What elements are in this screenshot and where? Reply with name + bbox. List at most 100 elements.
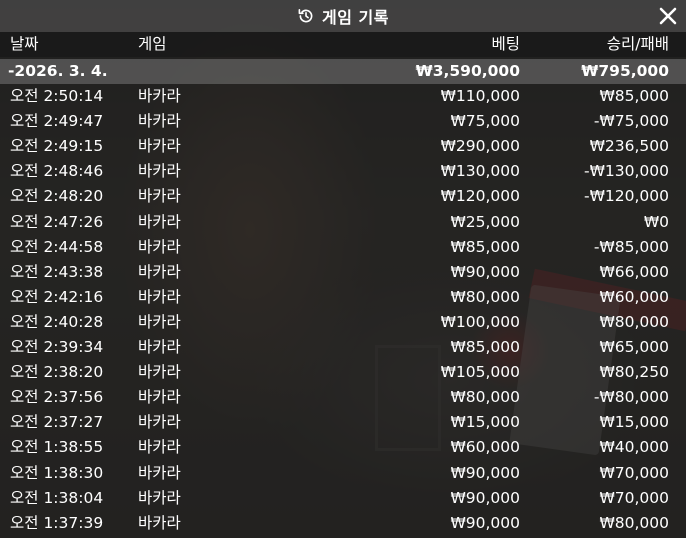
row-bet: ₩60,000 <box>450 438 520 457</box>
game-history-screen: 게임 기록 날짜 게임 베팅 승리/패배 -2026. 3. 4. ₩3,590… <box>0 0 686 538</box>
row-time: 오전 2:43:38 <box>10 262 104 281</box>
table-row[interactable]: 오전 2:47:26 바카라 ₩25,000 ₩0 <box>0 210 686 235</box>
table-row[interactable]: 오전 2:50:14 바카라 ₩110,000 ₩85,000 <box>0 84 686 109</box>
column-header-bet: 베팅 <box>491 35 520 53</box>
row-game: 바카라 <box>138 112 181 131</box>
row-bet: ₩110,000 <box>440 87 520 105</box>
row-time: 오전 1:38:30 <box>10 463 104 482</box>
row-game: 바카라 <box>138 312 181 331</box>
row-time: 오전 2:42:16 <box>10 287 104 306</box>
row-win-loss: ₩70,000 <box>599 463 669 482</box>
row-win-loss: ₩66,000 <box>599 262 669 281</box>
table-row[interactable]: 오전 2:43:38 바카라 ₩90,000 ₩66,000 <box>0 260 686 285</box>
table-row[interactable]: 오전 2:39:34 바카라 ₩85,000 ₩65,000 <box>0 335 686 360</box>
row-time: 오전 2:44:58 <box>10 237 104 256</box>
table-row[interactable]: 오전 2:40:28 바카라 ₩100,000 ₩80,000 <box>0 310 686 335</box>
row-game: 바카라 <box>138 87 181 105</box>
table-row[interactable]: 오전 2:48:46 바카라 ₩130,000 -₩130,000 <box>0 159 686 184</box>
table-row[interactable]: 오전 1:38:30 바카라 ₩90,000 ₩70,000 <box>0 461 686 486</box>
row-win-loss: ₩70,000 <box>599 488 669 507</box>
row-bet: ₩15,000 <box>450 413 520 432</box>
close-button[interactable] <box>656 4 680 28</box>
row-game: 바카라 <box>138 137 181 156</box>
row-win-loss: -₩80,000 <box>593 388 669 407</box>
row-win-loss: -₩85,000 <box>593 237 669 256</box>
row-bet: ₩85,000 <box>450 237 520 256</box>
row-time: 오전 2:37:27 <box>10 413 104 432</box>
row-win-loss: ₩40,000 <box>599 438 669 457</box>
row-time: 오전 2:47:26 <box>10 212 104 231</box>
dialog-title: 게임 기록 <box>322 8 389 27</box>
row-time: 오전 2:48:20 <box>10 187 104 206</box>
row-bet: ₩290,000 <box>440 137 520 156</box>
dialog-title-group: 게임 기록 <box>297 4 389 28</box>
row-game: 바카라 <box>138 287 181 306</box>
column-header-win-loss: 승리/패배 <box>606 35 669 53</box>
row-bet: ₩90,000 <box>450 262 520 281</box>
row-bet: ₩80,000 <box>450 388 520 407</box>
column-header-date: 날짜 <box>10 35 39 53</box>
row-time: 오전 2:39:34 <box>10 338 104 356</box>
row-game: 바카라 <box>138 212 181 231</box>
table-row[interactable]: 오전 2:42:16 바카라 ₩80,000 ₩60,000 <box>0 285 686 310</box>
row-win-loss: ₩0 <box>643 212 669 231</box>
row-bet: ₩80,000 <box>450 287 520 306</box>
row-bet: ₩85,000 <box>450 338 520 356</box>
table-row[interactable]: 오전 2:37:56 바카라 ₩80,000 -₩80,000 <box>0 385 686 410</box>
row-bet: ₩90,000 <box>450 488 520 507</box>
row-bet: ₩90,000 <box>450 463 520 482</box>
row-bet: ₩75,000 <box>450 112 520 131</box>
summary-total-bet: ₩3,590,000 <box>415 62 520 80</box>
table-row[interactable]: 오전 1:38:55 바카라 ₩60,000 ₩40,000 <box>0 435 686 460</box>
row-win-loss: ₩80,000 <box>599 312 669 331</box>
row-time: 오전 2:50:14 <box>10 87 104 105</box>
row-bet: ₩90,000 <box>450 513 520 532</box>
row-game: 바카라 <box>138 413 181 432</box>
summary-date: -2026. 3. 4. <box>8 62 108 80</box>
row-game: 바카라 <box>138 187 181 206</box>
table-row[interactable]: 오전 2:38:20 바카라 ₩105,000 ₩80,250 <box>0 360 686 385</box>
row-time: 오전 2:38:20 <box>10 363 104 382</box>
table-row[interactable]: 오전 1:37:39 바카라 ₩90,000 ₩80,000 <box>0 511 686 536</box>
row-game: 바카라 <box>138 162 181 181</box>
row-win-loss: ₩80,000 <box>599 513 669 532</box>
table-row[interactable]: 오전 1:38:04 바카라 ₩90,000 ₩70,000 <box>0 486 686 511</box>
row-time: 오전 1:38:04 <box>10 488 104 507</box>
row-game: 바카라 <box>138 488 181 507</box>
row-time: 오전 2:40:28 <box>10 312 104 331</box>
row-time: 오전 2:37:56 <box>10 388 104 407</box>
table-row[interactable]: 오전 2:37:27 바카라 ₩15,000 ₩15,000 <box>0 410 686 435</box>
close-icon <box>659 7 677 25</box>
table-row[interactable]: 오전 2:49:15 바카라 ₩290,000 ₩236,500 <box>0 134 686 159</box>
table-row[interactable]: 오전 2:49:47 바카라 ₩75,000 -₩75,000 <box>0 109 686 134</box>
dialog-titlebar: 게임 기록 <box>0 0 686 32</box>
row-game: 바카라 <box>138 338 181 356</box>
row-time: 오전 2:48:46 <box>10 162 104 181</box>
row-time: 오전 2:49:47 <box>10 112 104 131</box>
row-game: 바카라 <box>138 463 181 482</box>
table-row[interactable]: 오전 2:48:20 바카라 ₩120,000 -₩120,000 <box>0 184 686 209</box>
row-win-loss: -₩130,000 <box>583 162 669 181</box>
row-bet: ₩130,000 <box>440 162 520 181</box>
row-bet: ₩120,000 <box>440 187 520 206</box>
row-bet: ₩25,000 <box>450 212 520 231</box>
row-win-loss: ₩65,000 <box>599 338 669 356</box>
history-icon <box>298 9 313 23</box>
date-summary-row[interactable]: -2026. 3. 4. ₩3,590,000 ₩795,000 <box>0 59 686 84</box>
row-win-loss: ₩236,500 <box>589 137 669 156</box>
row-win-loss: ₩85,000 <box>599 87 669 105</box>
row-win-loss: ₩60,000 <box>599 287 669 306</box>
row-time: 오전 2:49:15 <box>10 137 104 156</box>
row-win-loss: ₩15,000 <box>599 413 669 432</box>
row-bet: ₩100,000 <box>440 312 520 331</box>
row-time: 오전 1:38:55 <box>10 438 104 457</box>
row-game: 바카라 <box>138 363 181 382</box>
game-history-panel: 게임 기록 날짜 게임 베팅 승리/패배 -2026. 3. 4. ₩3,590… <box>0 0 686 538</box>
column-header-game: 게임 <box>138 35 167 53</box>
row-game: 바카라 <box>138 237 181 256</box>
row-bet: ₩105,000 <box>440 363 520 382</box>
row-time: 오전 1:37:39 <box>10 513 104 532</box>
row-win-loss: ₩80,250 <box>599 363 669 382</box>
row-win-loss: -₩75,000 <box>593 112 669 131</box>
table-row[interactable]: 오전 2:44:58 바카라 ₩85,000 -₩85,000 <box>0 235 686 260</box>
